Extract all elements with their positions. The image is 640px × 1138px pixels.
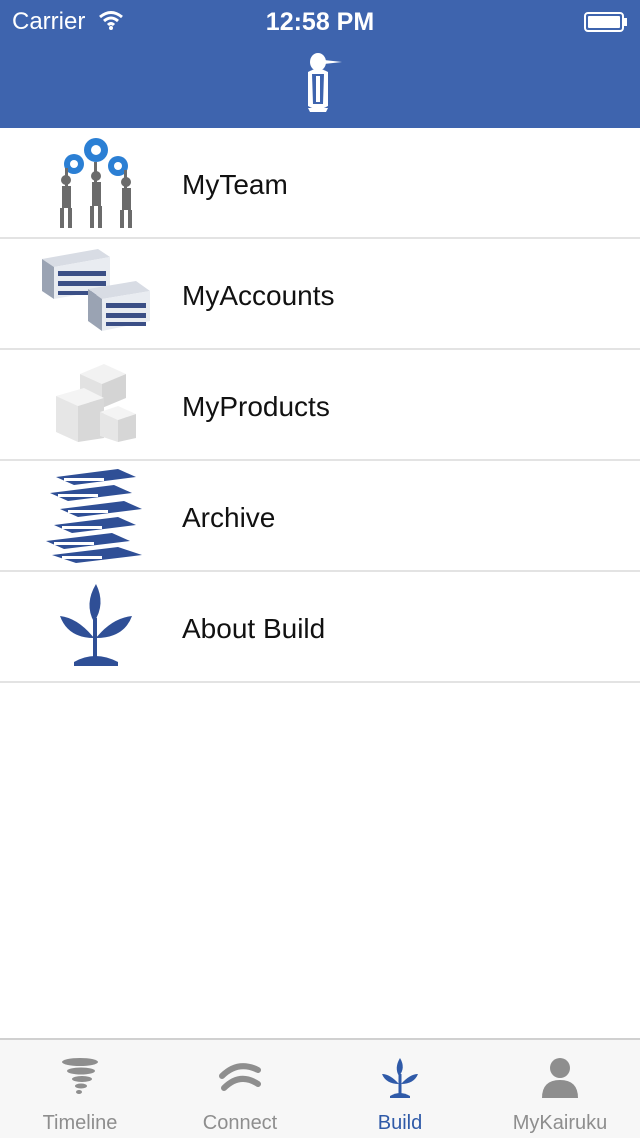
menu-item-label: Archive	[182, 502, 276, 533]
tornado-icon	[62, 1058, 98, 1094]
tab-bar: Timeline Connect Build MyKairuku	[0, 1038, 640, 1138]
menu-item-about-build[interactable]: About Build	[0, 572, 640, 683]
menu-item-label: About Build	[182, 613, 326, 644]
sprout-icon	[382, 1058, 418, 1098]
tab-connect[interactable]: Connect	[160, 1040, 320, 1138]
tab-label: MyKairuku	[512, 1112, 608, 1134]
connect-icon	[219, 1063, 261, 1091]
status-time: 12:58 PM	[265, 8, 375, 36]
menu-list: MyTeam MyAccounts MyProducts Archive Abo…	[0, 128, 640, 683]
menu-item-myteam[interactable]: MyTeam	[0, 128, 640, 239]
menu-item-label: MyTeam	[182, 169, 288, 200]
status-bar: Carrier 12:58 PM	[0, 0, 640, 42]
boxes-icon	[56, 364, 136, 442]
tab-label: Connect	[202, 1112, 278, 1134]
menu-item-archive[interactable]: Archive	[0, 461, 640, 572]
menu-item-myaccounts[interactable]: MyAccounts	[0, 239, 640, 350]
navigation-bar: Carrier 12:58 PM	[0, 0, 640, 128]
person-icon	[542, 1058, 578, 1098]
binders-icon	[46, 469, 142, 563]
tab-build[interactable]: Build	[320, 1040, 480, 1138]
menu-item-label: MyProducts	[182, 391, 330, 422]
sprout-icon	[60, 584, 132, 666]
penguin-logo-icon	[308, 53, 342, 112]
team-gears-icon	[60, 138, 132, 228]
tab-mykairuku[interactable]: MyKairuku	[480, 1040, 640, 1138]
battery-icon	[584, 12, 627, 32]
buildings-icon	[42, 249, 150, 331]
tab-label: Timeline	[42, 1112, 118, 1134]
tab-timeline[interactable]: Timeline	[0, 1040, 160, 1138]
menu-item-label: MyAccounts	[182, 280, 335, 311]
menu-item-myproducts[interactable]: MyProducts	[0, 350, 640, 461]
tab-label: Build	[377, 1112, 423, 1134]
